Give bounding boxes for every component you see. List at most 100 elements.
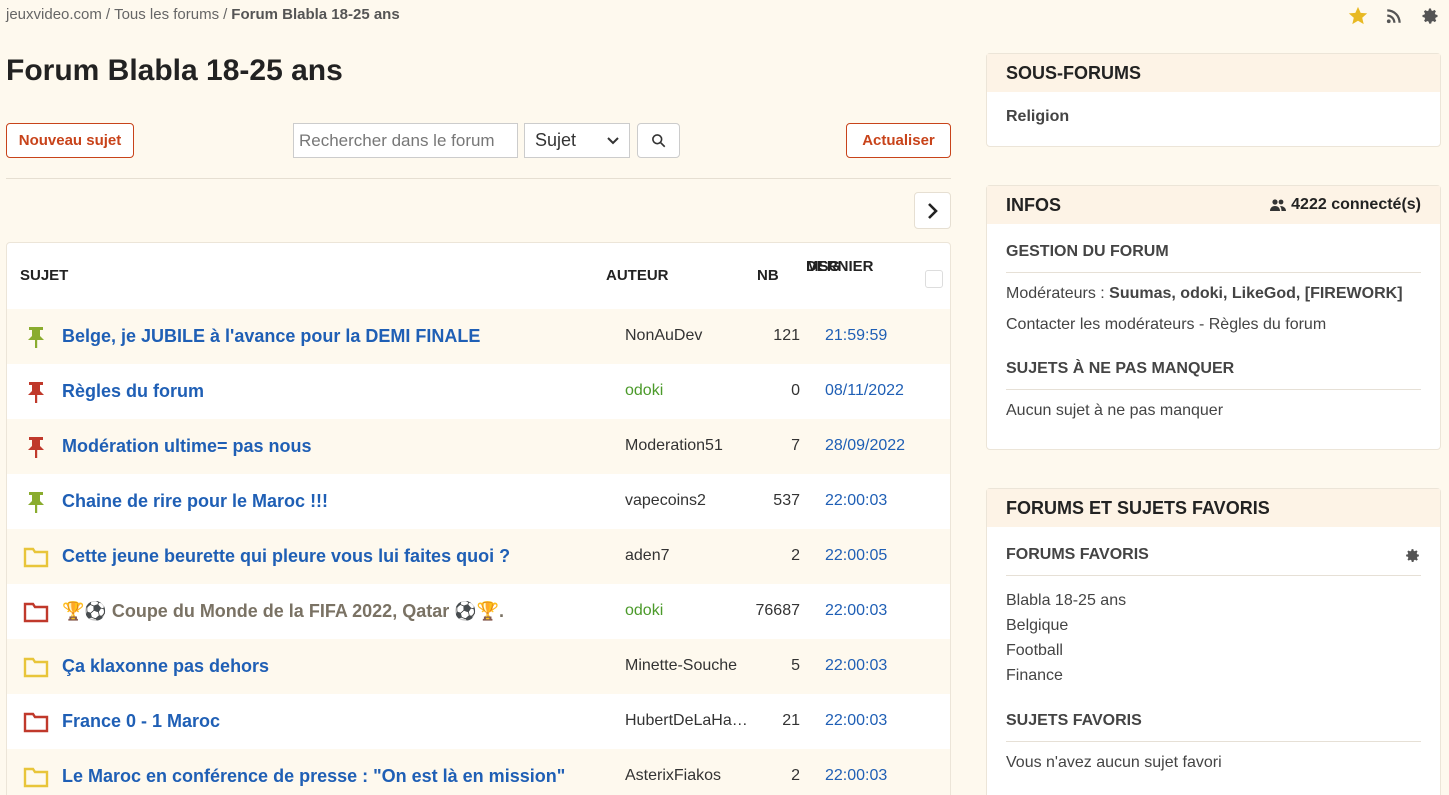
search-button[interactable] — [637, 123, 680, 158]
topic-title[interactable]: 🏆⚽ Coupe du Monde de la FIFA 2022, Qatar… — [62, 601, 504, 622]
topic-title[interactable]: Cette jeune beurette qui pleure vous lui… — [62, 546, 510, 567]
topic-title[interactable]: France 0 - 1 Maroc — [62, 711, 220, 732]
search-icon — [652, 134, 666, 148]
favorites-header: FORUMS ET SUJETS FAVORIS — [987, 489, 1440, 527]
sous-forum-item[interactable]: Religion — [1006, 108, 1421, 126]
topic-author[interactable]: NonAuDev — [625, 327, 750, 345]
topic-last-msg[interactable]: 22:00:03 — [825, 602, 887, 620]
topic-count: 5 — [791, 657, 800, 674]
topic-title[interactable]: Belge, je JUBILE à l'avance pour la DEMI… — [62, 326, 480, 347]
breadcrumb: jeuxvideo.com / Tous les forums / Forum … — [6, 6, 400, 23]
pin-red-icon — [23, 435, 49, 459]
favorite-forums-list: Blabla 18-25 ans Belgique Football Finan… — [1006, 588, 1421, 688]
breadcrumb-forums[interactable]: Tous les forums — [114, 6, 219, 23]
topic-title[interactable]: Modération ultime= pas nous — [62, 436, 312, 457]
must-read-title: SUJETS À NE PAS MANQUER — [1006, 360, 1235, 377]
divider — [1006, 575, 1421, 576]
favorite-forum-item[interactable]: Finance — [1006, 663, 1421, 688]
infos-header: INFOS 4222 connecté(s) — [987, 186, 1440, 224]
table-row[interactable]: Le Maroc en conférence de presse : "On e… — [7, 749, 950, 795]
search-select-value: Sujet — [535, 130, 577, 150]
divider — [1006, 272, 1421, 273]
topic-title[interactable]: Le Maroc en conférence de presse : "On e… — [62, 766, 565, 787]
search-input[interactable]: Rechercher dans le forum — [293, 123, 518, 158]
header-subject: SUJET — [20, 267, 69, 284]
rss-icon[interactable] — [1383, 5, 1405, 27]
table-row[interactable]: Chaine de rire pour le Maroc !!! vapecoi… — [7, 474, 950, 529]
favorite-forum-item[interactable]: Belgique — [1006, 613, 1421, 638]
page-title: Forum Blabla 18-25 ans — [6, 54, 343, 87]
star-icon[interactable] — [1347, 5, 1369, 27]
top-icons — [1347, 5, 1441, 27]
topic-last-msg[interactable]: 22:00:03 — [825, 492, 887, 510]
breadcrumb-separator: / — [105, 6, 111, 23]
table-row[interactable]: 🏆⚽ Coupe du Monde de la FIFA 2022, Qatar… — [7, 584, 950, 639]
topic-count: 0 — [791, 382, 800, 399]
contact-moderators-link[interactable]: Contacter les modérateurs — [1006, 316, 1195, 333]
next-page-button[interactable] — [914, 192, 951, 229]
topic-title[interactable]: Ça klaxonne pas dehors — [62, 656, 269, 677]
topic-last-msg[interactable]: 28/09/2022 — [825, 437, 905, 455]
gear-icon[interactable] — [1404, 547, 1421, 564]
topic-list: SUJET AUTEUR NB DERNIER MSG Belge, je JU… — [6, 242, 951, 795]
table-row[interactable]: Règles du forum odoki 0 08/11/2022 — [7, 364, 950, 419]
topic-last-msg[interactable]: 08/11/2022 — [825, 382, 904, 400]
topic-last-msg[interactable]: 22:00:03 — [825, 712, 887, 730]
infos-title: INFOS — [1006, 194, 1062, 215]
topic-author[interactable]: odoki — [625, 602, 750, 620]
pin-green-icon — [23, 490, 49, 514]
gear-icon[interactable] — [1419, 5, 1441, 27]
topic-last-msg[interactable]: 22:00:05 — [825, 547, 887, 565]
divider — [1006, 741, 1421, 742]
topic-last-msg[interactable]: 22:00:03 — [825, 657, 887, 675]
infos-panel: INFOS 4222 connecté(s) GESTION DU FORUM … — [986, 185, 1441, 450]
favorite-forum-item[interactable]: Blabla 18-25 ans — [1006, 588, 1421, 613]
folder-yellow-icon — [23, 655, 49, 679]
topic-last-msg[interactable]: 21:59:59 — [825, 327, 887, 345]
topic-author[interactable]: Minette-Souche — [625, 657, 750, 675]
table-row[interactable]: Cette jeune beurette qui pleure vous lui… — [7, 529, 950, 584]
table-row[interactable]: France 0 - 1 Maroc HubertDeLaHa… 21 22:0… — [7, 694, 950, 749]
topic-author[interactable]: Moderation51 — [625, 437, 750, 455]
topic-last-msg[interactable]: 22:00:03 — [825, 767, 887, 785]
topic-title[interactable]: Chaine de rire pour le Maroc !!! — [62, 491, 328, 512]
breadcrumb-separator: / — [223, 6, 228, 23]
topic-author[interactable]: AsterixFiakos — [625, 767, 750, 785]
contact-separator: - — [1194, 316, 1209, 333]
folder-yellow-icon — [23, 545, 49, 569]
sous-forums-header: SOUS-FORUMS — [987, 54, 1440, 92]
search-type-select[interactable]: Sujet — [524, 123, 630, 158]
header-author: AUTEUR — [606, 267, 669, 284]
favorites-title: FORUMS ET SUJETS FAVORIS — [1006, 497, 1270, 518]
topic-author[interactable]: aden7 — [625, 547, 750, 565]
topic-author[interactable]: odoki — [625, 382, 750, 400]
connected-text: 4222 connecté(s) — [1291, 196, 1421, 213]
refresh-button[interactable]: Actualiser — [846, 123, 951, 158]
topic-author[interactable]: HubertDeLaHa… — [625, 712, 750, 730]
divider — [1006, 389, 1421, 390]
forum-rules-link[interactable]: Règles du forum — [1209, 316, 1326, 333]
topic-author[interactable]: vapecoins2 — [625, 492, 750, 510]
new-topic-button[interactable]: Nouveau sujet — [6, 123, 134, 158]
moderators-label: Modérateurs : — [1006, 285, 1105, 302]
connected-count: 4222 connecté(s) — [1270, 196, 1421, 214]
table-row[interactable]: Modération ultime= pas nous Moderation51… — [7, 419, 950, 474]
select-all-checkbox[interactable] — [925, 270, 943, 288]
favorite-topics-title: SUJETS FAVORIS — [1006, 712, 1142, 729]
topic-count: 121 — [773, 327, 800, 344]
table-row[interactable]: Belge, je JUBILE à l'avance pour la DEMI… — [7, 309, 950, 364]
topic-rows: Belge, je JUBILE à l'avance pour la DEMI… — [7, 309, 950, 795]
favorite-forums-title: FORUMS FAVORIS — [1006, 546, 1149, 563]
breadcrumb-home[interactable]: jeuxvideo.com — [6, 6, 102, 23]
table-row[interactable]: Ça klaxonne pas dehors Minette-Souche 5 … — [7, 639, 950, 694]
divider — [6, 178, 951, 179]
folder-red-icon — [23, 710, 49, 734]
sous-forums-panel: SOUS-FORUMS Religion — [986, 53, 1441, 147]
favorite-topics-text: Vous n'avez aucun sujet favori — [1006, 754, 1222, 771]
moderators-list[interactable]: Suumas, odoki, LikeGod, [FIREWORK] — [1109, 285, 1402, 302]
pin-green-icon — [23, 325, 49, 349]
sous-forums-title: SOUS-FORUMS — [1006, 62, 1141, 83]
topic-count: 21 — [782, 712, 800, 729]
topic-title[interactable]: Règles du forum — [62, 381, 204, 402]
favorite-forum-item[interactable]: Football — [1006, 638, 1421, 663]
